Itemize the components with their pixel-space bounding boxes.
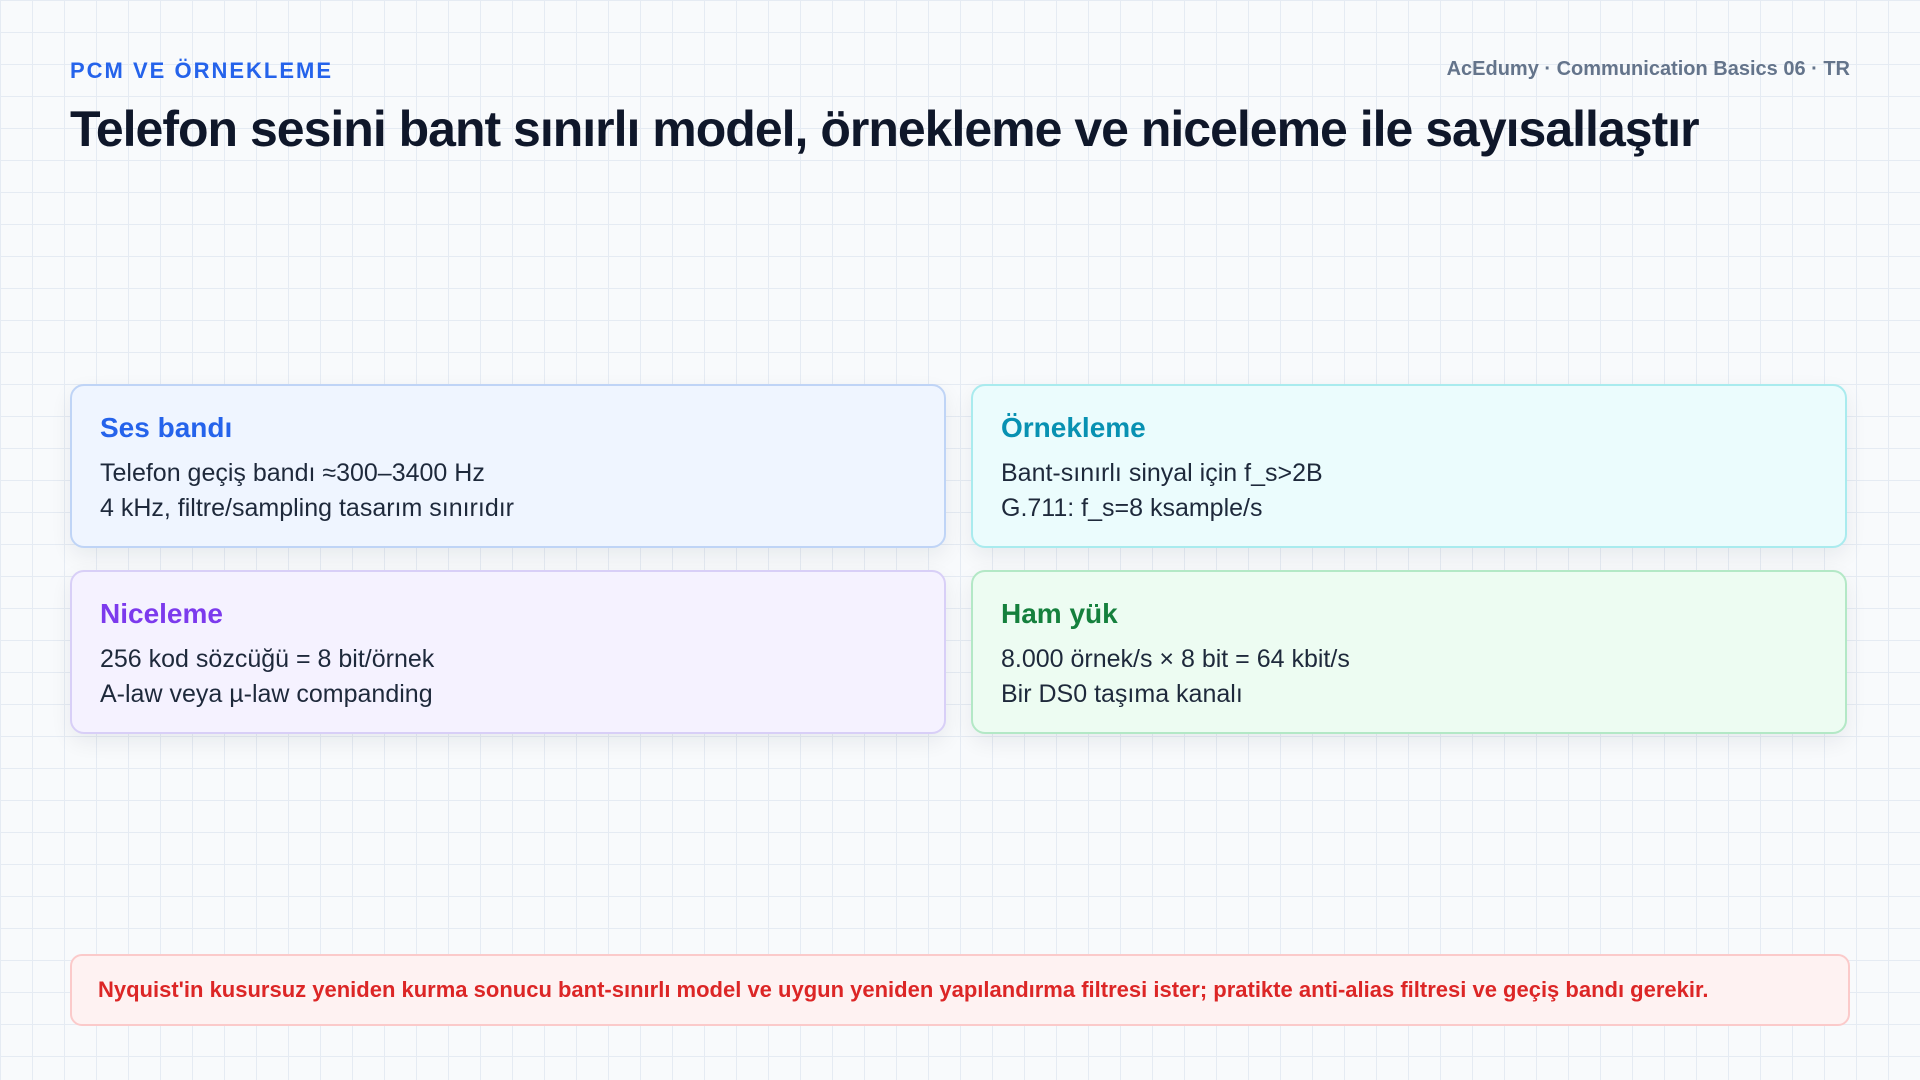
- card-line: 8.000 örnek/s × 8 bit = 64 kbit/s: [1001, 645, 1350, 673]
- card-line: 256 kod sözcüğü = 8 bit/örnek: [100, 645, 435, 673]
- card-line: 4 kHz, filtre/sampling tasarım sınırıdır: [100, 494, 515, 522]
- page-title: Telefon sesini bant sınırlı model, örnek…: [70, 101, 1700, 157]
- card-line: G.711: f_s=8 ksample/s: [1001, 494, 1263, 522]
- card-heading: Niceleme: [100, 598, 223, 629]
- card-ornekleme: Örnekleme Bant-sınırlı sinyal için f_s>2…: [971, 384, 1847, 548]
- card-line: A-law veya µ-law companding: [100, 680, 433, 708]
- section-kicker: PCM VE ÖRNEKLEME: [70, 58, 334, 83]
- card-line: Telefon geçiş bandı ≈300–3400 Hz: [100, 459, 485, 487]
- course-label: AcEdumy · Communication Basics 06 · TR: [1446, 58, 1850, 80]
- card-niceleme: Niceleme 256 kod sözcüğü = 8 bit/örnek A…: [70, 570, 946, 734]
- card-line: Bir DS0 taşıma kanalı: [1001, 680, 1243, 708]
- warning-note-text: Nyquist'in kusursuz yeniden kurma sonucu…: [98, 977, 1709, 1002]
- card-ham-yuk: Ham yük 8.000 örnek/s × 8 bit = 64 kbit/…: [971, 570, 1847, 734]
- warning-note: Nyquist'in kusursuz yeniden kurma sonucu…: [70, 954, 1850, 1026]
- card-heading: Ses bandı: [100, 412, 233, 443]
- card-line: Bant-sınırlı sinyal için f_s>2B: [1001, 459, 1323, 487]
- card-ses-bandi: Ses bandı Telefon geçiş bandı ≈300–3400 …: [70, 384, 946, 548]
- card-heading: Örnekleme: [1001, 412, 1146, 443]
- card-heading: Ham yük: [1001, 598, 1118, 629]
